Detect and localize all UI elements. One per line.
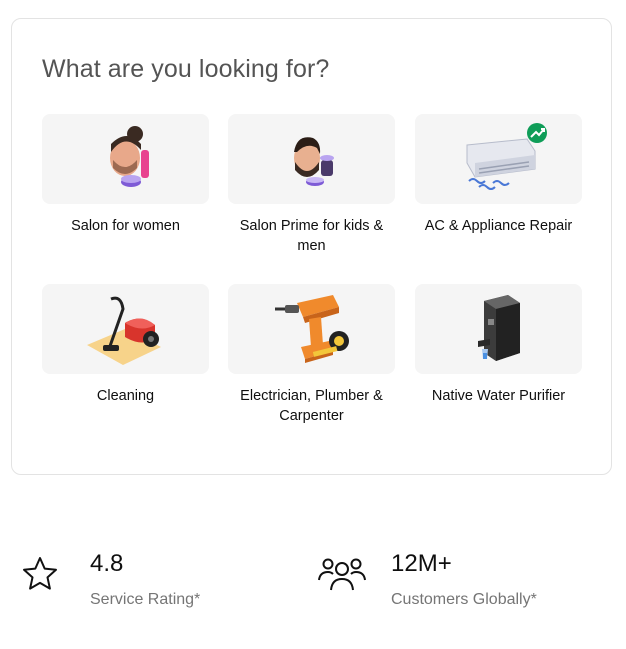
users-icon — [318, 558, 366, 591]
category-salon-women[interactable]: Salon for women — [42, 114, 209, 236]
category-image — [415, 114, 582, 204]
star-icon — [23, 557, 57, 590]
stat-label: Service Rating* — [90, 591, 201, 608]
category-label: Electrician, Plumber & Carpenter — [240, 388, 383, 424]
category-image — [42, 114, 209, 204]
water-purifier-icon — [477, 295, 520, 361]
category-ac-repair[interactable]: AC & Appliance Repair — [415, 114, 582, 236]
category-label: AC & Appliance Repair — [424, 218, 573, 234]
category-water-purifier[interactable]: Native Water Purifier — [415, 284, 582, 406]
category-label: Cleaning — [96, 388, 155, 404]
category-image — [415, 284, 582, 374]
category-label: Salon Prime for kids & men — [239, 218, 384, 254]
section-title: What are you looking for? — [42, 55, 330, 83]
stat-customers: 12M+ Customers Globally* — [300, 540, 620, 620]
stat-value: 4.8 — [90, 550, 124, 577]
vacuum-cleaner-icon — [86, 296, 161, 365]
drill-icon — [274, 295, 349, 363]
category-label: Salon for women — [71, 218, 180, 234]
category-cleaning[interactable]: Cleaning — [42, 284, 209, 406]
category-salon-men[interactable]: Salon Prime for kids & men — [228, 114, 395, 256]
stat-rating: 4.8 Service Rating* — [0, 540, 300, 620]
salon-men-icon — [293, 137, 334, 186]
category-electrician[interactable]: Electrician, Plumber & Carpenter — [228, 284, 395, 426]
category-image — [42, 284, 209, 374]
ac-repair-icon — [466, 123, 547, 190]
stat-label: Customers Globally* — [391, 591, 537, 608]
services-card: What are you looking for? Salon for wome… — [11, 18, 612, 475]
category-label: Native Water Purifier — [431, 388, 566, 404]
stat-value: 12M+ — [391, 550, 452, 577]
salon-women-icon — [109, 126, 149, 187]
category-image — [228, 284, 395, 374]
category-image — [228, 114, 395, 204]
